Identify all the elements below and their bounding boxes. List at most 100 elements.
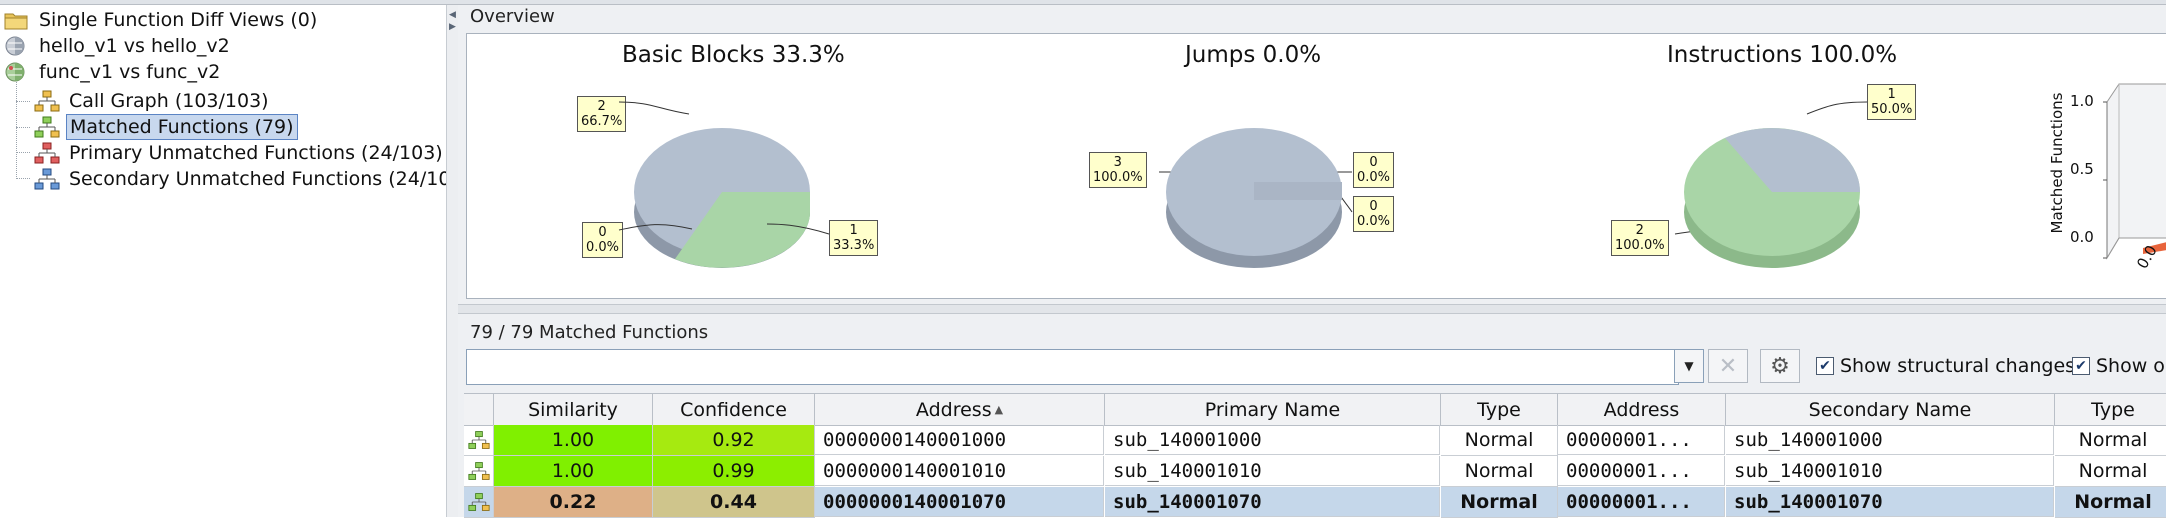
column-header-primary-name[interactable]: Primary Name [1105,393,1441,426]
secondary-type-cell: Normal [2055,425,2166,456]
tree-item-label: Primary Unmatched Functions (24/103) [69,142,443,164]
similarity-cell: 1.00 [494,425,653,456]
primary-address-cell: 0000000140001000 [815,425,1104,455]
diff-globe-icon [4,61,30,83]
tree-item-single-function-diff-views[interactable]: Single Function Diff Views (0) [4,7,320,33]
secondary-name-cell: sub_140001010 [1726,456,2054,486]
horizontal-splitter[interactable] [458,304,2166,314]
tree-item-call-graph[interactable]: Call Graph (103/103) [34,88,272,114]
tree-guide [16,178,30,179]
matched-function-icon [464,425,494,456]
secondary-address-cell: 00000001... [1558,487,1725,517]
callout-instructions-1: 1 50.0% [1867,84,1917,120]
primary-name-cell: sub_140001070 [1105,487,1440,517]
bar-chart-plot [2103,83,2166,260]
column-header-label: Address [915,398,992,421]
bar-chart-tick: 1.0 [2070,92,2094,110]
clear-filter-button[interactable]: ✕ [1708,349,1748,383]
tree-item-label: Call Graph (103/103) [69,90,269,112]
tree-guide [16,127,30,128]
table-row[interactable]: 1.00 0.92 0000000140001000 sub_140001000… [464,425,2166,456]
close-icon: ✕ [1718,353,1738,379]
column-header-address-secondary[interactable]: Address [1558,393,1726,426]
tree-item-func-diff[interactable]: func_v1 vs func_v2 [4,59,223,85]
pie-chart-instructions [1684,128,1860,268]
checkbox-checked-icon: ✔ [2072,357,2090,375]
matched-functions-table: Similarity Confidence Address ▲ Primary … [464,393,2166,518]
primary-type-cell: Normal [1441,487,1558,518]
bar-chart-ylabel: Matched Functions [2048,92,2066,234]
secondary-type-cell: Normal [2055,487,2166,518]
filter-settings-button[interactable]: ⚙ [1760,349,1800,383]
tree-item-label: hello_v1 vs hello_v2 [39,35,230,57]
confidence-cell: 0.99 [653,456,815,487]
show-structural-changes-checkbox[interactable]: ✔ Show structural changes [1816,355,2075,377]
tree-guide [16,101,30,102]
confidence-cell: 0.44 [653,487,815,518]
column-header-secondary-name[interactable]: Secondary Name [1726,393,2055,426]
bar-chart-ylabel-wrap: Matched Functions [2047,74,2066,254]
checkbox-label: Show structural changes [1840,355,2076,377]
column-header-icon[interactable] [464,393,494,426]
chart-title-jumps: Jumps 0.0% [1185,42,1322,68]
secondary-unmatched-icon [34,168,60,190]
diff-globe-icon [4,35,30,57]
checkbox-checked-icon: ✔ [1816,357,1834,375]
similarity-cell: 1.00 [494,456,653,487]
matched-functions-icon [34,116,60,138]
primary-type-cell: Normal [1441,456,1558,487]
bar-chart-tick: 0.0 [2070,228,2094,246]
sort-ascending-icon: ▲ [994,403,1004,416]
similarity-cell: 0.22 [494,487,653,518]
project-tree: Single Function Diff Views (0) hello_v1 … [0,5,470,517]
matched-function-icon [464,487,494,518]
column-header-type-primary[interactable]: Type [1441,393,1558,426]
tree-guide [16,152,30,153]
callout-instructions-2: 2 100.0% [1611,220,1669,256]
table-row[interactable]: 1.00 0.99 0000000140001010 sub_140001010… [464,456,2166,487]
tree-item-primary-unmatched[interactable]: Primary Unmatched Functions (24/103) [34,140,446,166]
column-header-confidence[interactable]: Confidence [653,393,815,426]
pie-chart-jumps [1166,128,1342,268]
call-graph-icon [34,90,60,112]
chevron-down-icon: ▼ [1684,359,1694,373]
primary-name-cell: sub_140001000 [1105,425,1440,455]
filter-dropdown-button[interactable]: ▼ [1674,349,1704,383]
column-header-address-primary[interactable]: Address ▲ [815,393,1105,426]
secondary-type-cell: Normal [2055,456,2166,487]
primary-unmatched-icon [34,142,60,164]
callout-jumps-0a: 0 0.0% [1353,152,1395,188]
column-header-type-secondary[interactable]: Type [2055,393,2166,426]
pie-zero-slice [1254,182,1342,200]
primary-type-cell: Normal [1441,425,1558,456]
column-header-similarity[interactable]: Similarity [494,393,653,426]
secondary-address-cell: 00000001... [1558,456,1725,486]
tree-item-hello-diff[interactable]: hello_v1 vs hello_v2 [4,33,233,59]
filter-input[interactable] [466,349,1679,385]
overview-title: Overview [470,6,555,27]
callout-jumps-0b: 0 0.0% [1353,196,1395,232]
tree-item-secondary-unmatched[interactable]: Secondary Unmatched Functions (24/103) [34,166,473,192]
secondary-address-cell: 00000001... [1558,425,1725,455]
confidence-cell: 0.92 [653,425,815,456]
overview-panel: Basic Blocks 33.3% 2 66.7% 0 0.0% 1 33.3… [466,33,2166,299]
collapse-left-icon[interactable]: ◀ [449,11,456,20]
tree-item-label: Single Function Diff Views (0) [39,9,318,31]
show-other-checkbox[interactable]: ✔ Show o [2072,355,2165,377]
chart-title-instructions: Instructions 100.0% [1667,42,1898,68]
tree-item-label: func_v1 vs func_v2 [39,61,221,83]
tree-item-label: Secondary Unmatched Functions (24/103) [69,168,470,190]
checkbox-label: Show o [2096,355,2165,377]
collapse-right-icon[interactable]: ▶ [449,23,456,32]
matched-function-icon [464,456,494,487]
gear-icon: ⚙ [1770,353,1790,379]
tree-item-label: Matched Functions (79) [66,114,298,140]
primary-address-cell: 0000000140001070 [815,487,1104,517]
table-row-selected[interactable]: 0.22 0.44 0000000140001070 sub_140001070… [464,487,2166,518]
folder-icon [4,9,30,31]
primary-address-cell: 0000000140001010 [815,456,1104,486]
tree-item-matched-functions[interactable]: Matched Functions (79) [34,114,298,140]
bar-chart-tick: 0.5 [2070,160,2094,178]
matched-functions-title: 79 / 79 Matched Functions [470,322,709,343]
secondary-name-cell: sub_140001000 [1726,425,2054,455]
